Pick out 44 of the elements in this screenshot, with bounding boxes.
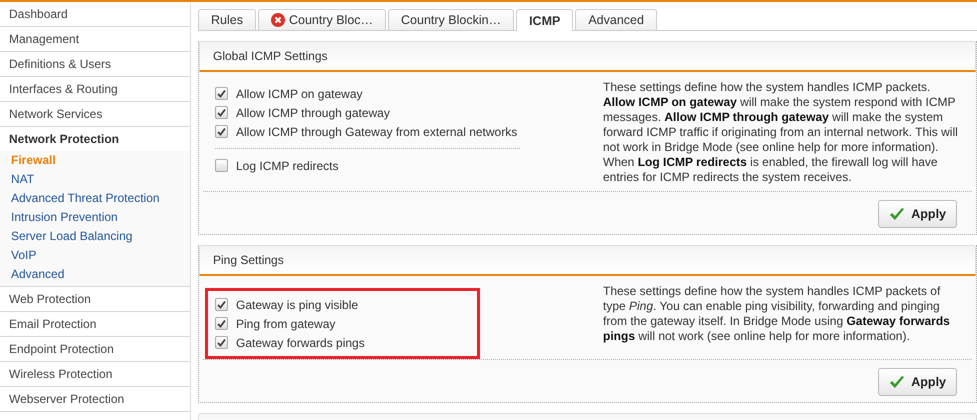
checkbox[interactable] (215, 336, 228, 349)
checkmark-icon (889, 207, 906, 221)
panel-title: Ping Settings (199, 245, 976, 276)
description-text: These settings define how the system handles ICMP packets of type Ping. You can enable ping visibility, forwarding and pinging from the gateway itself. In Bridge Mode using Gateway forwards pings will not work (see online help for more information). (603, 284, 951, 345)
sidebar-item[interactable]: Web Protection (0, 287, 190, 312)
sidebar-item[interactable]: Management (0, 27, 190, 52)
sidebar-subitem[interactable]: Advanced (0, 265, 190, 284)
checkbox-label[interactable]: Allow ICMP on gateway (236, 86, 363, 100)
checkbox-label[interactable]: Log ICMP redirects (236, 158, 338, 172)
description-text: These settings define how the system handles ICMP packets. Allow ICMP on gateway will make the system respond with ICMP messages. Allow ICMP through gateway will make the system forward ICMP traffic if originating from an internal network. This will not work in Bridge Mode (see online help for more information). When Log ICMP redirects is enabled, the firewall log will have entries for ICMP redirects the system receives. (603, 80, 959, 186)
checkbox-label[interactable]: Gateway forwards pings (236, 336, 365, 350)
apply-button[interactable]: Apply (878, 368, 957, 396)
sidebar-item[interactable]: Endpoint Protection (0, 337, 190, 362)
sidebar-item[interactable]: Network Services (0, 102, 190, 127)
sidebar-item[interactable]: Interfaces & Routing (0, 77, 190, 102)
sidebar-item[interactable]: Network Protection (0, 127, 190, 151)
tab[interactable]: ICMP (516, 9, 574, 31)
sidebar-item[interactable]: Wireless Protection (0, 362, 190, 387)
checkbox-label[interactable]: Gateway is ping visible (236, 298, 358, 312)
tab[interactable]: Country Bloc… (258, 9, 386, 30)
checkbox[interactable] (215, 87, 228, 100)
tab[interactable]: Advanced (575, 9, 657, 30)
checkbox-label[interactable]: Allow ICMP through gateway (236, 106, 390, 120)
checkbox[interactable] (215, 159, 228, 172)
sidebar-subitem[interactable]: VoIP (0, 246, 190, 265)
sidebar-subitem[interactable]: NAT (0, 170, 190, 189)
panel-title: Global ICMP Settings (199, 41, 976, 72)
checkbox-label[interactable]: Ping from gateway (236, 316, 336, 330)
checkbox[interactable] (215, 106, 228, 119)
checkbox-label[interactable]: Allow ICMP through Gateway from external networks (236, 124, 518, 138)
apply-button[interactable]: Apply (878, 200, 957, 228)
sidebar-subitem[interactable]: Advanced Threat Protection (0, 189, 190, 208)
sidebar-item[interactable]: Definitions & Users (0, 52, 190, 77)
sidebar-item[interactable]: Webserver Protection (0, 387, 190, 412)
sidebar-item[interactable]: Email Protection (0, 312, 190, 337)
checkmark-icon (889, 375, 906, 389)
sidebar-item[interactable]: Dashboard (0, 2, 190, 27)
tab[interactable]: Country Blockin… (388, 9, 514, 30)
checkbox[interactable] (215, 125, 228, 138)
checkbox[interactable] (215, 317, 228, 330)
tab[interactable]: Rules (198, 9, 256, 30)
sidebar-subitem[interactable]: Intrusion Prevention (0, 208, 190, 227)
sidebar-subitem[interactable]: Server Load Balancing (0, 227, 190, 246)
checkbox[interactable] (215, 298, 228, 311)
